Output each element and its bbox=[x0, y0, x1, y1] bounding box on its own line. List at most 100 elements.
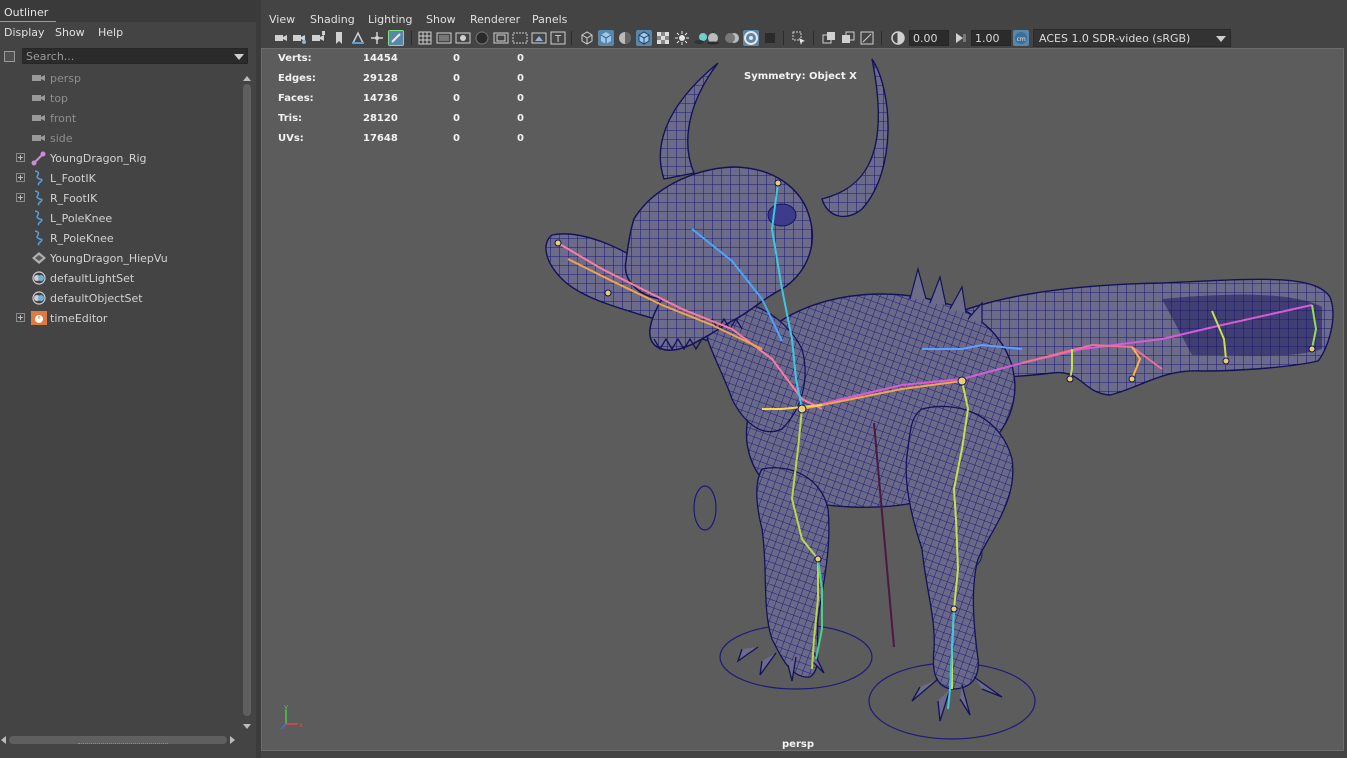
paint-tool-icon[interactable] bbox=[388, 30, 404, 46]
hscroll-grip[interactable] bbox=[78, 743, 168, 745]
backface-culling-icon[interactable] bbox=[859, 30, 875, 46]
curve-icon bbox=[30, 230, 48, 246]
hud-stat-value: 0 bbox=[517, 93, 524, 104]
default-material-icon[interactable] bbox=[617, 30, 633, 46]
hud-stat-label: Edges: bbox=[278, 73, 316, 84]
outliner-item[interactable]: R_PoleKnee bbox=[0, 228, 240, 248]
outliner-item[interactable]: top bbox=[0, 88, 240, 108]
outliner-item-label: timeEditor bbox=[50, 312, 108, 325]
isolate-select-icon[interactable] bbox=[791, 30, 807, 46]
hud-stat-label: UVs: bbox=[278, 133, 304, 144]
search-dropdown-icon[interactable] bbox=[234, 54, 244, 60]
outliner-item-label: side bbox=[50, 132, 73, 145]
grid-icon[interactable] bbox=[417, 30, 433, 46]
xray-active-icon[interactable] bbox=[840, 30, 856, 46]
menu-display[interactable]: Display bbox=[4, 26, 45, 39]
motion-blur-icon[interactable] bbox=[724, 30, 740, 46]
resolution-gate-icon[interactable] bbox=[455, 30, 471, 46]
move-tool-icon[interactable] bbox=[369, 30, 385, 46]
set-icon bbox=[30, 290, 48, 306]
axis-y-label: y bbox=[284, 704, 288, 711]
gamma-icon[interactable] bbox=[953, 30, 969, 46]
filter-icon[interactable] bbox=[2, 49, 16, 63]
image-plane-icon[interactable] bbox=[350, 30, 366, 46]
xray-icon[interactable] bbox=[655, 30, 671, 46]
search-row bbox=[0, 47, 256, 67]
search-input[interactable] bbox=[26, 49, 226, 63]
camera-icon bbox=[30, 110, 48, 126]
select-camera-icon[interactable] bbox=[273, 30, 289, 46]
field-chart-icon[interactable] bbox=[493, 30, 509, 46]
menu-lighting[interactable]: Lighting bbox=[368, 13, 412, 26]
menu-renderer[interactable]: Renderer bbox=[470, 13, 520, 26]
color-management-icon[interactable]: cm bbox=[1013, 30, 1029, 46]
right-leg-mesh[interactable] bbox=[905, 405, 1014, 690]
menu-shading[interactable]: Shading bbox=[310, 13, 355, 26]
xray-joints-icon[interactable] bbox=[821, 30, 837, 46]
scroll-right-icon[interactable] bbox=[230, 736, 235, 744]
3d-viewport[interactable]: Verts: 14454 0 0 Edges: 29128 0 0 Faces: 14736 0 0 T… bbox=[261, 48, 1344, 751]
pole-knee-control[interactable] bbox=[693, 485, 717, 531]
expand-icon[interactable] bbox=[16, 193, 25, 202]
hud-stat-value: 14736 bbox=[363, 93, 398, 104]
exposure-field[interactable]: 0.00 bbox=[909, 30, 949, 46]
dragon-scene[interactable] bbox=[262, 49, 1344, 751]
depth-of-field-icon[interactable] bbox=[762, 30, 778, 46]
expand-icon[interactable] bbox=[16, 173, 25, 182]
scroll-left-icon[interactable] bbox=[1, 736, 6, 744]
outliner-item[interactable]: L_FootIK bbox=[0, 168, 240, 188]
vertical-scrollbar[interactable] bbox=[242, 76, 252, 732]
horizontal-scrollbar[interactable] bbox=[0, 734, 240, 746]
scroll-down-icon[interactable] bbox=[243, 724, 251, 729]
outliner-item-label: persp bbox=[50, 72, 81, 85]
menu-panels[interactable]: Panels bbox=[532, 13, 567, 26]
menu-help[interactable]: Help bbox=[98, 26, 123, 39]
menu-show[interactable]: Show bbox=[426, 13, 456, 26]
ambient-occlusion-icon[interactable] bbox=[705, 30, 721, 46]
gate-mask-icon[interactable] bbox=[474, 30, 490, 46]
text-overlay-icon[interactable]: T bbox=[550, 30, 566, 46]
scroll-thumb[interactable] bbox=[243, 84, 251, 716]
outliner-item[interactable]: YoungDragon_Rig bbox=[0, 148, 240, 168]
outliner-item[interactable]: defaultObjectSet bbox=[0, 288, 240, 308]
outliner-item[interactable]: L_PoleKnee bbox=[0, 208, 240, 228]
anti-aliasing-icon[interactable] bbox=[743, 30, 759, 46]
toolbar-separator bbox=[571, 31, 572, 45]
film-gate-icon[interactable] bbox=[436, 30, 452, 46]
bookmark-icon[interactable] bbox=[331, 30, 347, 46]
hud-stat-value: 0 bbox=[453, 73, 460, 84]
exposure-icon[interactable] bbox=[890, 30, 906, 46]
camera-attributes-icon[interactable] bbox=[292, 30, 308, 46]
right-horn-mesh[interactable] bbox=[821, 58, 889, 218]
gamma-field[interactable]: 1.00 bbox=[971, 30, 1011, 46]
outliner-item[interactable]: timeEditor bbox=[0, 308, 240, 328]
wireframe-on-shaded-icon[interactable] bbox=[636, 30, 652, 46]
smooth-shade-icon[interactable] bbox=[598, 30, 614, 46]
outliner-item[interactable]: YoungDragon_HiepVu bbox=[0, 248, 240, 268]
outliner-item[interactable]: persp bbox=[0, 68, 240, 88]
menu-show[interactable]: Show bbox=[55, 26, 85, 39]
search-box[interactable] bbox=[22, 48, 248, 64]
panel-menubar: View Shading Lighting Show Renderer Pane… bbox=[261, 8, 1347, 28]
outliner-item[interactable]: front bbox=[0, 108, 240, 128]
outliner-item[interactable]: side bbox=[0, 128, 240, 148]
chevron-down-icon[interactable] bbox=[1216, 36, 1226, 42]
expand-icon[interactable] bbox=[16, 153, 25, 162]
lights-icon[interactable] bbox=[674, 30, 690, 46]
outliner-item[interactable]: defaultLightSet bbox=[0, 268, 240, 288]
hud-stat-value: 28120 bbox=[363, 113, 398, 124]
menu-view[interactable]: View bbox=[269, 13, 295, 26]
safe-title-icon[interactable] bbox=[531, 30, 547, 46]
safe-action-icon[interactable] bbox=[512, 30, 528, 46]
wireframe-icon[interactable] bbox=[579, 30, 595, 46]
color-space-select[interactable]: ACES 1.0 SDR-video (sRGB) bbox=[1033, 29, 1231, 47]
outliner-item[interactable]: R_FootIK bbox=[0, 188, 240, 208]
hud-stat-value: 0 bbox=[517, 73, 524, 84]
color-space-value: ACES 1.0 SDR-video (sRGB) bbox=[1039, 32, 1191, 45]
scroll-up-icon[interactable] bbox=[243, 76, 251, 81]
toolbar-separator bbox=[881, 31, 882, 45]
left-horn-mesh[interactable] bbox=[659, 62, 719, 180]
camera-name-label: persp bbox=[782, 739, 814, 750]
bookmark-camera-icon[interactable] bbox=[311, 30, 327, 46]
expand-icon[interactable] bbox=[16, 313, 25, 322]
